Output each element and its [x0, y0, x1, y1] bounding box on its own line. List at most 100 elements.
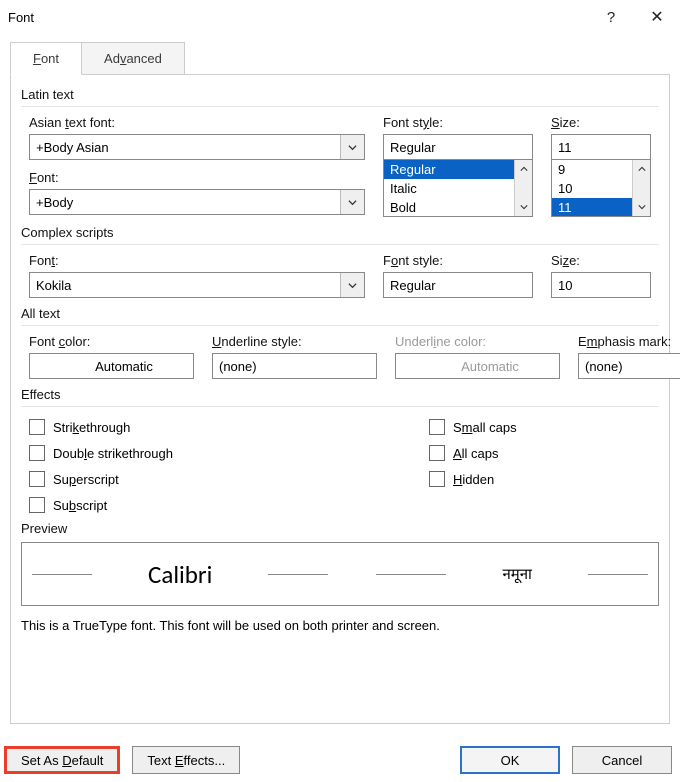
group-all-text: All text Font color: Underline style:	[21, 306, 659, 379]
tab-advanced[interactable]: Advanced	[81, 42, 185, 75]
font-panel: Latin text Asian text font: Font: F	[10, 74, 670, 724]
emphasis-label: Emphasis mark:	[578, 334, 680, 349]
cs-size-combo[interactable]	[551, 272, 651, 298]
preview-sample-1: Calibri	[140, 559, 220, 590]
latin-font-input[interactable]	[30, 190, 340, 214]
checkbox-label: Strikethrough	[53, 420, 130, 435]
group-complex-scripts-label: Complex scripts	[21, 225, 659, 240]
set-as-default-button[interactable]: Set As Default	[4, 746, 120, 774]
tabs: Font Advanced	[10, 42, 670, 75]
size-input[interactable]	[552, 135, 680, 159]
checkbox-superscript[interactable]: Superscript	[29, 471, 429, 487]
checkbox-icon	[429, 471, 445, 487]
font-style-input[interactable]	[384, 135, 572, 159]
checkbox-hidden[interactable]: Hidden	[429, 471, 517, 487]
group-effects-label: Effects	[21, 387, 659, 402]
window-title: Font	[8, 10, 588, 25]
preview-box: Calibri नमूना	[21, 542, 659, 606]
list-item[interactable]: 11	[552, 198, 632, 216]
preview-note: This is a TrueType font. This font will …	[21, 618, 659, 633]
font-style-list[interactable]: Regular Italic Bold	[383, 159, 533, 217]
cs-font-combo[interactable]	[29, 272, 365, 298]
font-color-combo[interactable]	[29, 353, 194, 379]
button-label: Set As Default	[21, 753, 103, 768]
group-preview: Preview Calibri नमूना This is a TrueType…	[21, 521, 659, 633]
list-item[interactable]: Regular	[384, 160, 514, 179]
asian-font-input[interactable]	[30, 135, 340, 159]
checkbox-small-caps[interactable]: Small caps	[429, 419, 517, 435]
chevron-down-icon[interactable]	[340, 135, 364, 159]
checkbox-icon	[29, 471, 45, 487]
tab-advanced-label: Advanced	[104, 51, 162, 66]
button-label: Cancel	[602, 753, 642, 768]
group-latin-text: Latin text Asian text font: Font: F	[21, 87, 659, 217]
list-item[interactable]: 9	[552, 160, 632, 179]
list-item[interactable]: Bold	[384, 198, 514, 216]
chevron-down-icon[interactable]	[340, 190, 364, 214]
checkbox-icon	[29, 497, 45, 513]
cancel-button[interactable]: Cancel	[572, 746, 672, 774]
cs-size-input[interactable]	[552, 273, 680, 297]
scroll-down-icon[interactable]	[633, 198, 650, 216]
checkbox-label: Superscript	[53, 472, 119, 487]
latin-font-combo[interactable]	[29, 189, 365, 215]
checkbox-label: Subscript	[53, 498, 107, 513]
scroll-up-icon[interactable]	[633, 160, 650, 178]
asian-font-label: Asian text font:	[29, 115, 365, 130]
scroll-up-icon[interactable]	[515, 160, 532, 178]
cs-size-label: Size:	[551, 253, 651, 268]
checkbox-icon	[29, 419, 45, 435]
latin-font-label: Font:	[29, 170, 365, 185]
checkbox-double-strike[interactable]: Double strikethrough	[29, 445, 429, 461]
size-label: Size:	[551, 115, 651, 130]
size-list[interactable]: 9 10 11	[551, 159, 651, 217]
checkbox-label: Small caps	[453, 420, 517, 435]
list-item[interactable]: 10	[552, 179, 632, 198]
checkbox-subscript[interactable]: Subscript	[29, 497, 429, 513]
text-effects-button[interactable]: Text Effects...	[132, 746, 240, 774]
font-color-value	[30, 354, 218, 378]
footer: Set As Default Text Effects... OK Cancel	[4, 746, 672, 774]
checkbox-label: Hidden	[453, 472, 494, 487]
help-button[interactable]: ?	[588, 0, 634, 34]
cs-font-style-input[interactable]	[384, 273, 572, 297]
underline-color-value	[396, 354, 584, 378]
checkbox-all-caps[interactable]: All caps	[429, 445, 517, 461]
ok-button[interactable]: OK	[460, 746, 560, 774]
group-latin-text-label: Latin text	[21, 87, 659, 102]
scrollbar[interactable]	[514, 160, 532, 216]
font-style-label: Font style:	[383, 115, 533, 130]
preview-sample-2: नमूना	[494, 564, 540, 584]
cs-font-style-combo[interactable]	[383, 272, 533, 298]
cs-font-input[interactable]	[30, 273, 340, 297]
titlebar: Font ? ✕	[0, 0, 680, 34]
cs-font-label: Font:	[29, 253, 365, 268]
tab-font[interactable]: Font	[10, 42, 82, 75]
font-color-label: Font color:	[29, 334, 194, 349]
font-style-combo[interactable]	[383, 134, 533, 160]
button-label: OK	[501, 753, 520, 768]
scrollbar[interactable]	[632, 160, 650, 216]
button-label: Text Effects...	[147, 753, 225, 768]
close-button[interactable]: ✕	[634, 0, 680, 34]
group-complex-scripts: Complex scripts Font: Font style:	[21, 225, 659, 298]
size-combo[interactable]	[551, 134, 651, 160]
scroll-down-icon[interactable]	[515, 198, 532, 216]
checkbox-icon	[29, 445, 45, 461]
asian-font-combo[interactable]	[29, 134, 365, 160]
emphasis-combo[interactable]	[578, 353, 680, 379]
underline-color-label: Underline color:	[395, 334, 560, 349]
tab-font-label: Font	[33, 51, 59, 66]
checkbox-icon	[429, 419, 445, 435]
underline-style-label: Underline style:	[212, 334, 377, 349]
checkbox-label: Double strikethrough	[53, 446, 173, 461]
emphasis-value	[579, 354, 680, 378]
chevron-down-icon[interactable]	[340, 273, 364, 297]
list-item[interactable]: Italic	[384, 179, 514, 198]
group-all-text-label: All text	[21, 306, 659, 321]
checkbox-label: All caps	[453, 446, 499, 461]
group-preview-label: Preview	[21, 521, 659, 536]
checkbox-strikethrough[interactable]: Strikethrough	[29, 419, 429, 435]
underline-style-combo[interactable]	[212, 353, 377, 379]
checkbox-icon	[429, 445, 445, 461]
